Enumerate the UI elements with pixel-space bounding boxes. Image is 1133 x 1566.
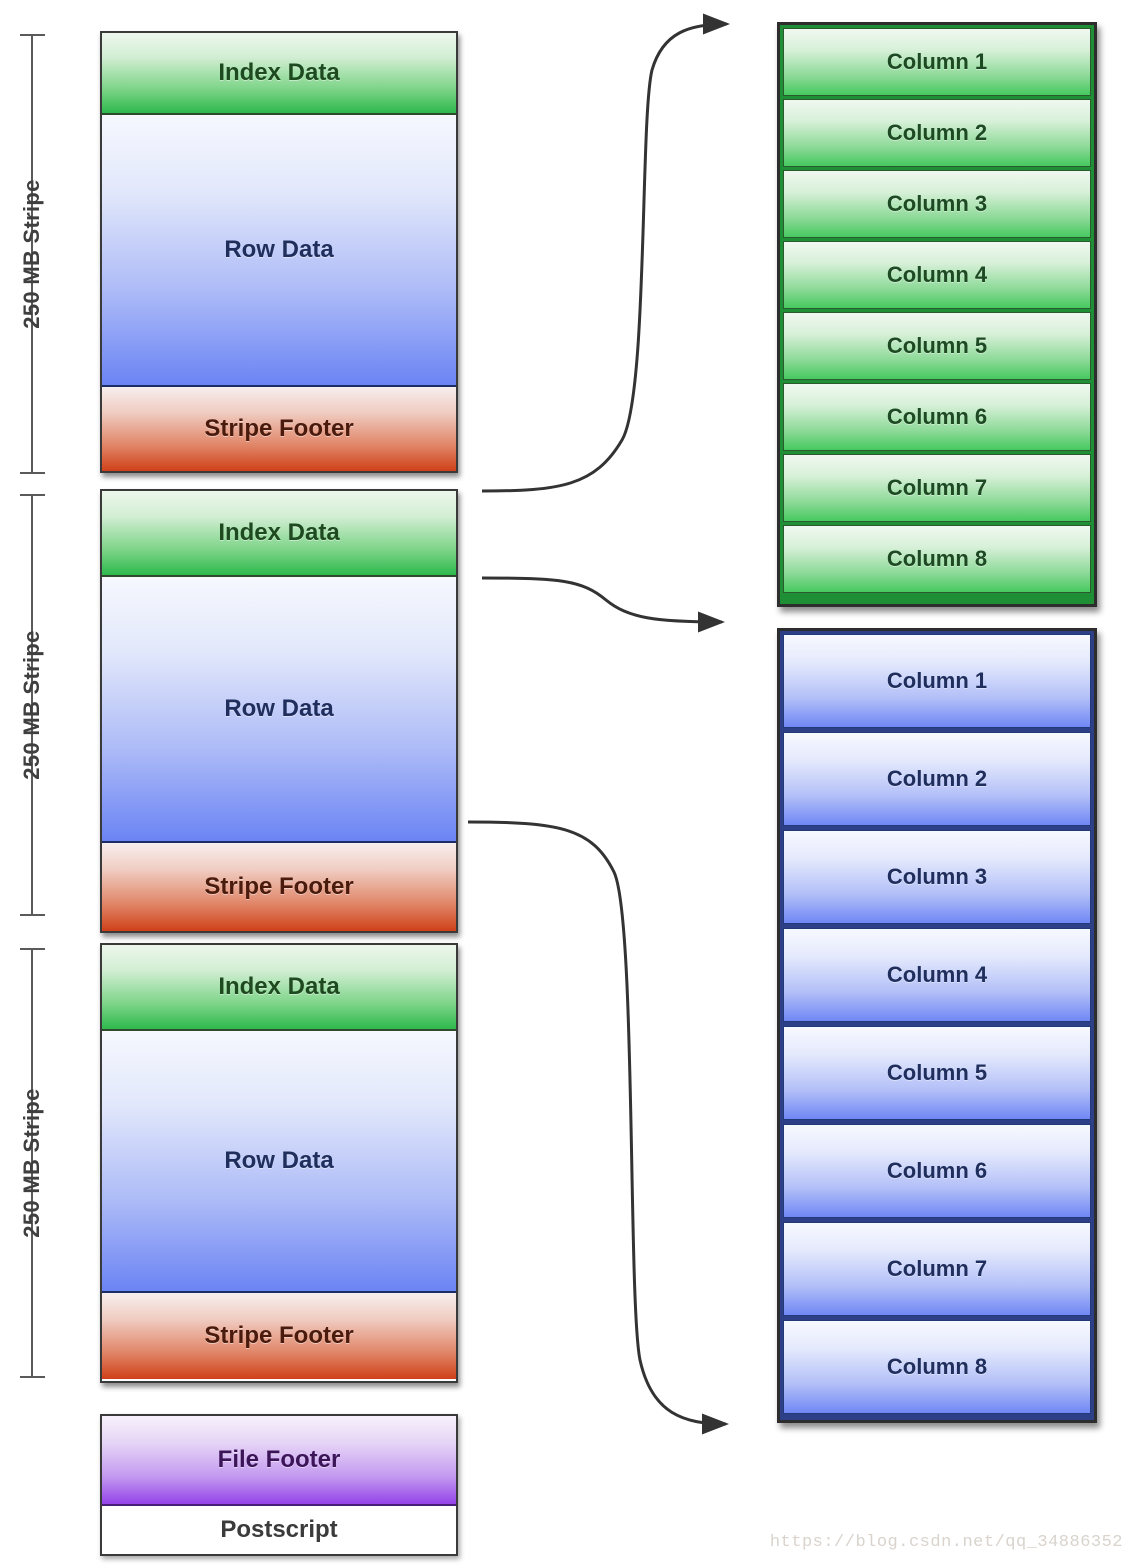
stripe-2-size-bracket: 250 MB Stripe <box>14 494 50 916</box>
file-footer: File Footer <box>102 1416 456 1506</box>
column-label: Column 8 <box>886 546 988 571</box>
blue-column-cell: Column 5 <box>783 1026 1091 1120</box>
blue-column-cell: Column 6 <box>783 1124 1091 1218</box>
blue-column-group: Column 1 Column 2 Column 3 Column 4 Colu… <box>777 628 1097 1423</box>
stripe-1: Index Data Row Data Stripe Footer <box>100 31 458 473</box>
orc-file-layout-diagram: 250 MB Stripe 250 MB Stripe 250 MB Strip… <box>0 0 1133 1566</box>
segment-label: Stripe Footer <box>204 415 354 442</box>
stripe-3-row-data: Row Data <box>102 1031 456 1293</box>
segment-label: Index Data <box>218 973 340 1000</box>
blue-column-cell: Column 4 <box>783 928 1091 1022</box>
stripe-1-size-label: 250 MB Stripe <box>19 179 44 329</box>
stripe-3: Index Data Row Data Stripe Footer <box>100 943 458 1383</box>
segment-label: Index Data <box>218 519 340 546</box>
column-label: Column 5 <box>886 1060 988 1085</box>
column-label: Column 2 <box>886 766 988 791</box>
column-label: Column 7 <box>886 475 988 500</box>
segment-label: File Footer <box>217 1446 341 1473</box>
column-label: Column 2 <box>886 120 988 145</box>
stripe-1-size-bracket: 250 MB Stripe <box>14 34 50 474</box>
column-label: Column 3 <box>886 191 988 216</box>
segment-label: Postscript <box>220 1516 338 1543</box>
segment-label: Stripe Footer <box>204 1322 354 1349</box>
bracket-cap-bottom <box>20 1376 45 1378</box>
bracket-cap-bottom <box>20 472 45 474</box>
green-column-cell: Column 2 <box>783 99 1091 167</box>
column-label: Column 8 <box>886 1354 988 1379</box>
postscript: Postscript <box>102 1506 456 1554</box>
green-column-cell: Column 6 <box>783 383 1091 451</box>
segment-label: Row Data <box>224 1147 334 1174</box>
stripe-2: Index Data Row Data Stripe Footer <box>100 489 458 933</box>
blue-column-cell: Column 1 <box>783 634 1091 728</box>
stripe-2-stripe-footer: Stripe Footer <box>102 843 456 931</box>
stripe-2-row-data: Row Data <box>102 577 456 843</box>
blue-column-cell: Column 7 <box>783 1222 1091 1316</box>
connector-row-to-blue-columns <box>467 820 729 1435</box>
blue-column-cell: Column 8 <box>783 1320 1091 1414</box>
blue-column-cell: Column 2 <box>783 732 1091 826</box>
column-label: Column 5 <box>886 333 988 358</box>
green-column-cell: Column 5 <box>783 312 1091 380</box>
green-column-cell: Column 1 <box>783 28 1091 96</box>
stripe-2-size-label: 250 MB Stripe <box>19 630 44 780</box>
green-column-cell: Column 3 <box>783 170 1091 238</box>
green-column-group: Column 1 Column 2 Column 3 Column 4 Colu… <box>777 22 1097 607</box>
column-label: Column 4 <box>886 262 988 287</box>
green-column-cell: Column 8 <box>783 525 1091 593</box>
column-label: Column 6 <box>886 1158 988 1183</box>
column-label: Column 4 <box>886 962 988 987</box>
connector-index-to-green-columns <box>481 13 730 493</box>
column-label: Column 1 <box>886 668 988 693</box>
segment-label: Index Data <box>218 59 340 86</box>
segment-label: Row Data <box>224 236 334 263</box>
segment-label: Stripe Footer <box>204 873 354 900</box>
file-tail: File Footer Postscript <box>100 1414 458 1556</box>
column-label: Column 3 <box>886 864 988 889</box>
column-label: Column 1 <box>886 49 988 74</box>
green-column-cell: Column 7 <box>783 454 1091 522</box>
segment-label: Row Data <box>224 695 334 722</box>
watermark: https://blog.csdn.net/qq_34886352 <box>769 1533 1123 1552</box>
column-label: Column 6 <box>886 404 988 429</box>
green-column-cell: Column 4 <box>783 241 1091 309</box>
stripe-3-size-label: 250 MB Stripe <box>19 1088 44 1238</box>
blue-column-cell: Column 3 <box>783 830 1091 924</box>
column-label: Column 7 <box>886 1256 988 1281</box>
stripe-1-stripe-footer: Stripe Footer <box>102 387 456 471</box>
stripe-3-stripe-footer: Stripe Footer <box>102 1293 456 1379</box>
stripe-3-index-data: Index Data <box>102 945 456 1031</box>
stripe-3-size-bracket: 250 MB Stripe <box>14 948 50 1378</box>
bracket-cap-bottom <box>20 914 45 916</box>
stripe-1-index-data: Index Data <box>102 33 456 115</box>
connector-index-to-blue-columns <box>481 576 725 633</box>
stripe-2-index-data: Index Data <box>102 491 456 577</box>
stripe-1-row-data: Row Data <box>102 115 456 387</box>
